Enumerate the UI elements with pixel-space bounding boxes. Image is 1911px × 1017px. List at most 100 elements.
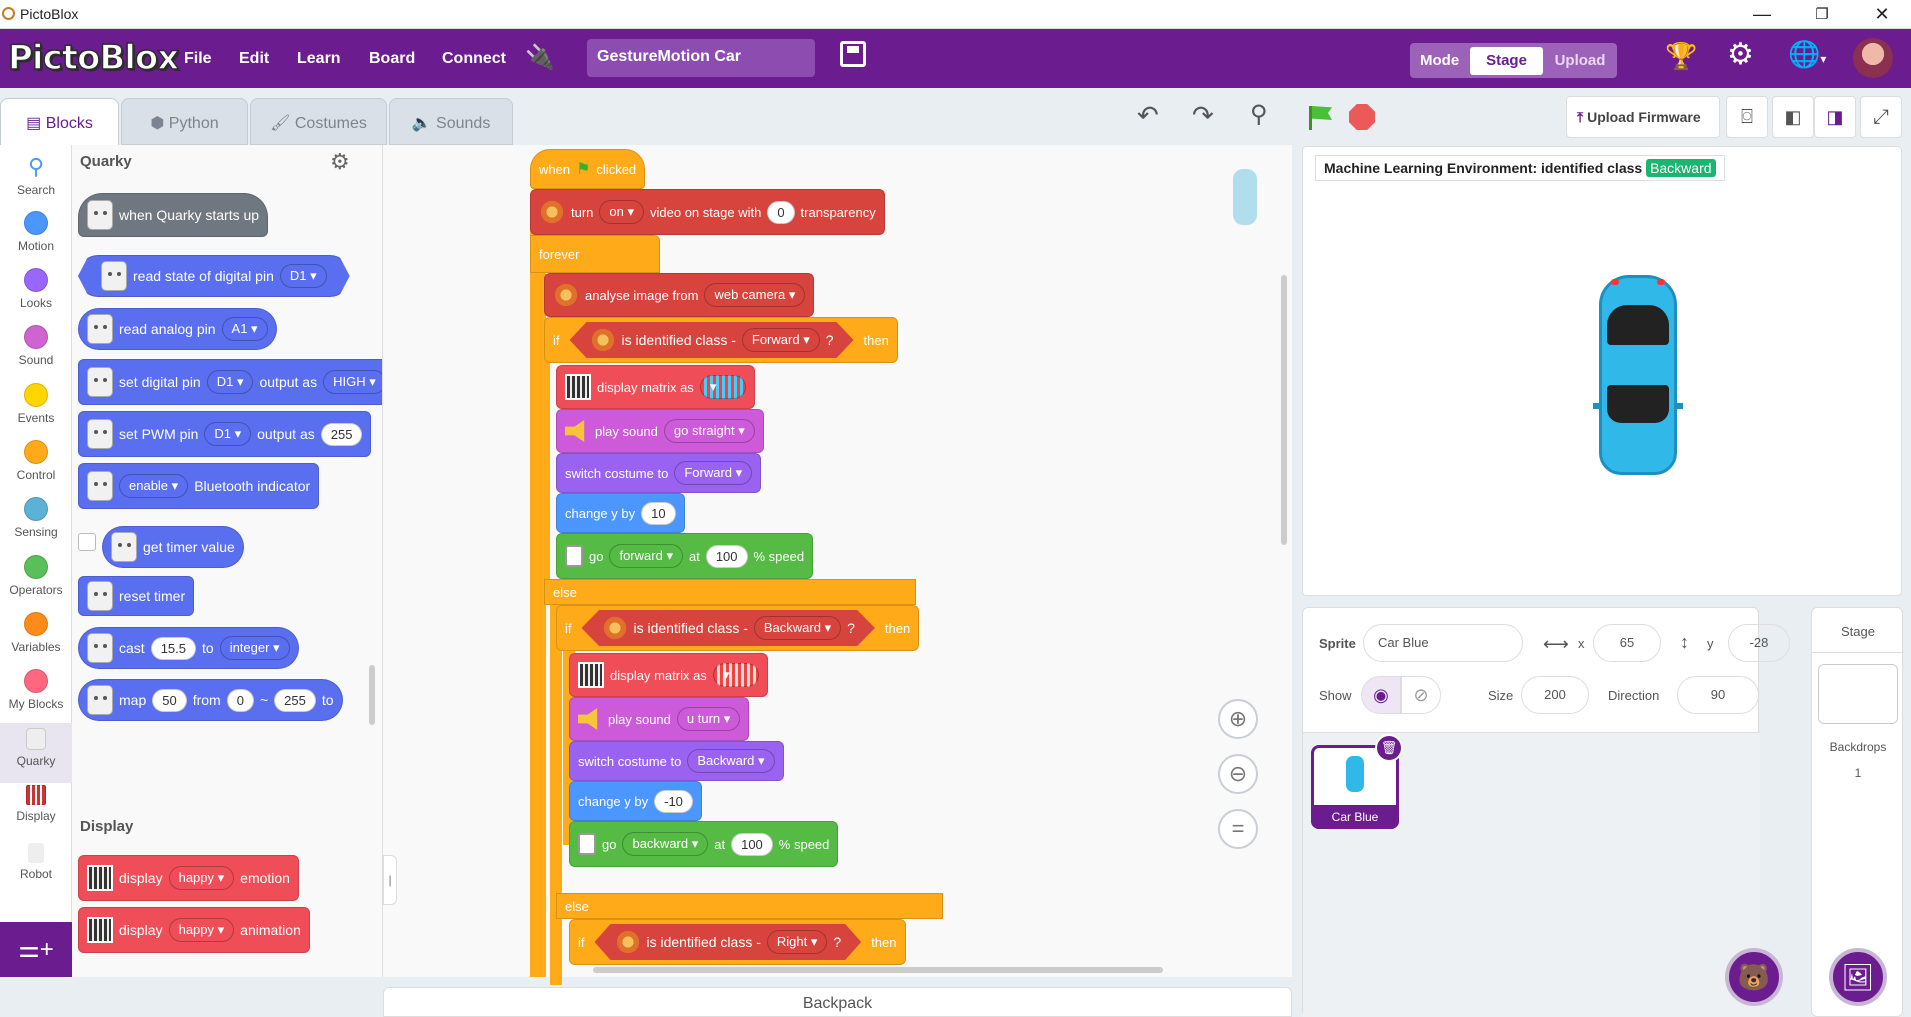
- zoom-in-button[interactable]: ⊕: [1218, 699, 1258, 739]
- pin-dropdown[interactable]: D1: [279, 264, 327, 288]
- trophy-icon[interactable]: 🏆: [1665, 41, 1697, 72]
- enable-dropdown[interactable]: enable: [119, 474, 189, 498]
- value-input[interactable]: 100: [731, 832, 773, 856]
- block-display-matrix[interactable]: display matrix as: [556, 365, 755, 409]
- block-cast[interactable]: cast 15.5 to integer: [78, 627, 299, 669]
- category-events[interactable]: Events: [0, 383, 72, 425]
- sound-dropdown[interactable]: go straight: [663, 419, 755, 443]
- category-robot[interactable]: Robot: [0, 843, 72, 881]
- block-when-quarky-starts[interactable]: when Quarky starts up: [78, 193, 269, 237]
- car-sprite[interactable]: [1593, 275, 1683, 475]
- script-workspace[interactable]: when⚑clicked turnonvideo on stage with0t…: [383, 145, 1292, 985]
- tab-sounds[interactable]: 🔈 Sounds: [389, 98, 513, 145]
- matrix-pattern-dropdown[interactable]: [699, 375, 746, 399]
- value-input[interactable]: 15.5: [150, 636, 196, 660]
- show-visible-eye-icon[interactable]: ◉: [1361, 676, 1401, 714]
- block-map[interactable]: map 50 from 0 ~255 to: [78, 679, 343, 721]
- direction-dropdown[interactable]: forward: [609, 544, 683, 568]
- class-dropdown[interactable]: Forward: [741, 328, 820, 352]
- quarky-settings-gear-icon[interactable]: ⚙: [330, 149, 350, 175]
- block-read-digital-pin[interactable]: read state of digital pin D1: [78, 255, 350, 297]
- plug-icon[interactable]: 🔌: [525, 43, 555, 72]
- y-input[interactable]: -28: [1728, 624, 1790, 662]
- category-display[interactable]: Display: [0, 785, 72, 823]
- category-sound[interactable]: Sound: [0, 325, 72, 367]
- block-reset-timer[interactable]: reset timer: [78, 576, 195, 616]
- class-dropdown[interactable]: Right: [766, 930, 828, 954]
- tab-python[interactable]: ⬢ Python: [121, 98, 248, 145]
- menu-board[interactable]: Board: [369, 50, 415, 68]
- value-input[interactable]: 10: [641, 501, 676, 525]
- category-control[interactable]: Control: [0, 440, 72, 482]
- zoom-out-button[interactable]: ⊖: [1218, 754, 1258, 794]
- block-if-right[interactable]: if is identified class - Right? then: [569, 919, 906, 965]
- category-variables[interactable]: Variables: [0, 612, 72, 654]
- redo-icon[interactable]: ↷: [1192, 100, 1214, 131]
- block-read-analog-pin[interactable]: read analog pin A1: [78, 308, 277, 350]
- stage-canvas[interactable]: Machine Learning Environment: identified…: [1302, 146, 1902, 596]
- save-icon[interactable]: [840, 41, 866, 67]
- source-dropdown[interactable]: web camera: [704, 283, 806, 307]
- block-enable-bluetooth[interactable]: enable Bluetooth indicator: [78, 463, 320, 509]
- green-flag-icon[interactable]: [1307, 104, 1333, 130]
- block-go-forward[interactable]: go forward at 100 % speed: [556, 533, 814, 579]
- gear-icon[interactable]: ⚙: [1727, 37, 1754, 72]
- block-if-backward[interactable]: if is identified class - Backward? then: [556, 605, 920, 651]
- value-input[interactable]: 255: [320, 422, 363, 446]
- block-if-forward[interactable]: if is identified class - Forward? then: [544, 317, 898, 363]
- upload-firmware-button[interactable]: ⤒ Upload Firmware: [1566, 96, 1720, 138]
- level-dropdown[interactable]: HIGH: [323, 370, 382, 394]
- block-set-pwm-pin[interactable]: set PWM pin D1 output as 255: [78, 411, 372, 457]
- block-display-emotion[interactable]: display happy emotion: [78, 855, 299, 901]
- value-input[interactable]: 0: [226, 688, 254, 712]
- block-forever[interactable]: forever: [530, 235, 660, 273]
- value-input[interactable]: -10: [654, 789, 693, 813]
- mode-upload-button[interactable]: Upload: [1546, 47, 1614, 75]
- extension-button[interactable]: ⚌+: [0, 922, 72, 977]
- workspace-horizontal-scrollbar[interactable]: [593, 967, 1163, 973]
- category-quarky[interactable]: Quarky: [0, 723, 72, 783]
- block-change-y[interactable]: change y by -10: [569, 781, 702, 821]
- type-dropdown[interactable]: integer: [219, 636, 290, 660]
- palette-scrollbar[interactable]: [369, 665, 375, 725]
- camera-icon[interactable]: ⌼: [1726, 96, 1768, 138]
- size-input[interactable]: 200: [1521, 676, 1589, 714]
- avatar[interactable]: [1853, 38, 1893, 78]
- matrix-pattern-dropdown[interactable]: [712, 663, 759, 687]
- category-operators[interactable]: Operators: [0, 555, 72, 597]
- pin-dropdown[interactable]: D1: [206, 370, 254, 394]
- block-get-timer-value[interactable]: get timer value: [102, 526, 244, 568]
- block-change-y[interactable]: change y by 10: [556, 493, 685, 533]
- value-input[interactable]: 100: [705, 544, 748, 568]
- palette-collapse-handle[interactable]: |: [383, 855, 397, 905]
- mode-stage-button[interactable]: Stage: [1470, 47, 1543, 75]
- minimize-button[interactable]: —: [1733, 0, 1791, 29]
- emotion-dropdown[interactable]: happy: [168, 866, 235, 890]
- block-analyse-image[interactable]: analyse image from web camera: [544, 273, 815, 317]
- zoom-reset-button[interactable]: =: [1218, 809, 1258, 849]
- close-button[interactable]: ✕: [1853, 0, 1911, 29]
- large-stage-icon[interactable]: ◨: [1814, 96, 1856, 138]
- globe-icon[interactable]: 🌐▾: [1788, 39, 1826, 70]
- category-sensing[interactable]: Sensing: [0, 497, 72, 539]
- condition-identified-class[interactable]: is identified class - Backward?: [581, 610, 875, 646]
- workspace-vertical-scrollbar[interactable]: [1281, 275, 1287, 545]
- pin-dropdown[interactable]: D1: [204, 422, 252, 446]
- block-play-sound[interactable]: play sound u turn: [569, 697, 750, 741]
- menu-learn[interactable]: Learn: [297, 50, 341, 68]
- tab-blocks[interactable]: ▤ Blocks: [0, 98, 119, 145]
- costume-dropdown[interactable]: Forward: [674, 461, 753, 485]
- sprite-name-input[interactable]: Car Blue: [1363, 624, 1523, 662]
- search-icon[interactable]: ⚲: [1250, 100, 1268, 129]
- fullscreen-icon[interactable]: ⤢: [1860, 96, 1902, 138]
- menu-edit[interactable]: Edit: [239, 50, 269, 68]
- block-set-digital-pin[interactable]: set digital pin D1 output as HIGH: [78, 359, 382, 405]
- maximize-button[interactable]: ❐: [1793, 0, 1851, 29]
- value-input[interactable]: 0: [767, 200, 795, 224]
- block-display-matrix[interactable]: display matrix as: [569, 653, 768, 697]
- add-sprite-button[interactable]: 🐻: [1725, 948, 1783, 1006]
- block-when-flag-clicked[interactable]: when ⚑ clicked: [530, 149, 646, 189]
- category-motion[interactable]: Motion: [0, 211, 72, 253]
- delete-sprite-icon[interactable]: 🗑: [1375, 734, 1403, 762]
- stop-icon[interactable]: [1349, 104, 1375, 130]
